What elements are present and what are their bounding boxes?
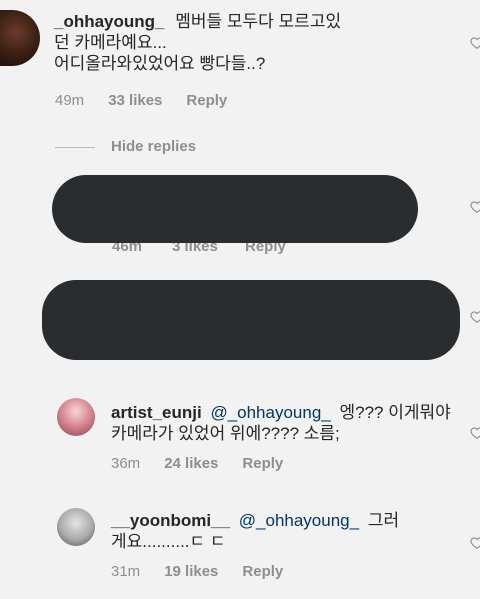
comment-text-line: 엥??? 이게뭐야 [339, 403, 451, 422]
comment-meta: 36m 24 likes Reply [111, 455, 307, 472]
hide-replies-button[interactable]: Hide replies [111, 138, 196, 155]
heart-icon[interactable] [470, 36, 480, 50]
comment-text-line: 어디올라와있었어요 빵다들..? [54, 54, 266, 73]
comment-meta: 31m 19 likes Reply [111, 563, 307, 580]
mention-link[interactable]: @_ohhayoung_ [210, 403, 330, 422]
comment-text-line: 멤버들 모두다 모르고있 [175, 12, 342, 31]
comment-time: 36m [111, 455, 141, 472]
avatar[interactable] [57, 508, 95, 546]
reply-button[interactable]: Reply [242, 563, 283, 580]
redaction-block [42, 280, 460, 360]
comment-body: _ohhayoung_ 멤버들 모두다 모르고있 던 카메라예요... 어디올라… [54, 11, 434, 74]
comment-username[interactable]: __yoonbomi__ [111, 511, 230, 530]
comment-time: 31m [111, 563, 141, 580]
comment-text-line: 그러 [367, 511, 400, 530]
reply-button[interactable]: Reply [186, 92, 227, 109]
heart-icon[interactable] [470, 310, 480, 324]
comment-time: 49m [55, 92, 85, 109]
comment-likes[interactable]: 19 likes [164, 563, 218, 580]
divider [55, 147, 95, 148]
comment-meta: 49m 33 likes Reply [55, 92, 251, 109]
comment-likes[interactable]: 33 likes [108, 92, 162, 109]
mention-link[interactable]: @_ohhayoung_ [239, 511, 359, 530]
comment-likes[interactable]: 24 likes [164, 455, 218, 472]
comment-text-line: 던 카메라예요... [54, 33, 167, 52]
comment-text-line: 카메라가 있었어 위에???? 소름; [111, 424, 340, 443]
comment-username[interactable]: _ohhayoung_ [54, 12, 165, 31]
heart-icon[interactable] [470, 426, 480, 440]
heart-icon[interactable] [470, 536, 480, 550]
comment-username[interactable]: artist_eunji [111, 403, 202, 422]
avatar[interactable] [0, 10, 40, 66]
heart-icon[interactable] [470, 200, 480, 214]
comment-text-line: 게요..........ㄷ ㄷ [111, 532, 226, 551]
comment-body: artist_eunji @_ohhayoung_ 엥??? 이게뭐야 카메라가… [111, 402, 461, 444]
avatar[interactable] [57, 398, 95, 436]
redaction-block [52, 175, 418, 243]
comment-body: __yoonbomi__ @_ohhayoung_ 그러 게요.........… [111, 510, 461, 552]
reply-button[interactable]: Reply [242, 455, 283, 472]
